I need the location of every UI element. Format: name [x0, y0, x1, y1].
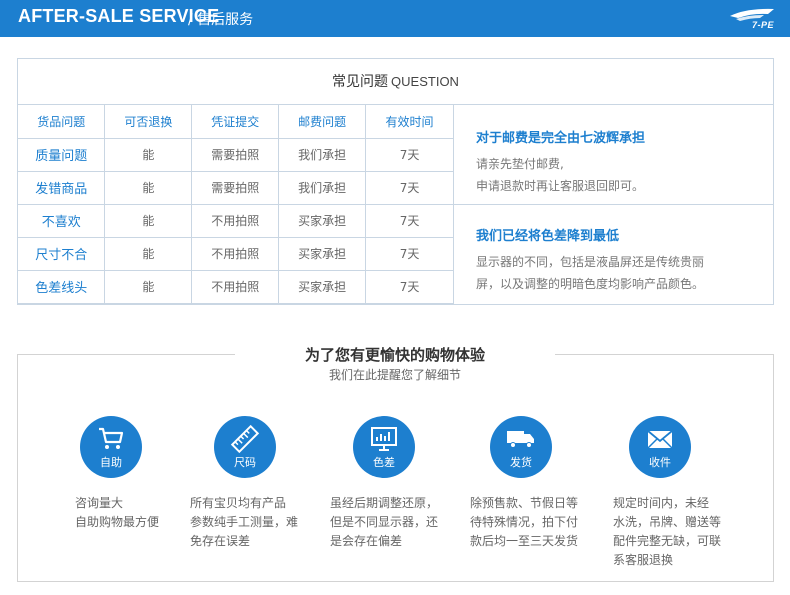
shipping-info-line: 申请退款时再让客服退回即可。: [476, 179, 645, 193]
faq-panel: 常见问题 QUESTION 货品问题 可否退换 凭证提交 邮费问题 有效时间 质量…: [17, 58, 774, 305]
table-cell: 能: [104, 269, 193, 304]
table-cell: 能: [104, 170, 193, 205]
badge-label: 色差: [373, 456, 395, 469]
desc-line: 虽经后期调整还原，: [330, 496, 439, 510]
header-bar: AFTER-SALE SERVICE / 售后服务 7-PE: [0, 0, 790, 37]
shipping-info-line: 请亲先垫付邮费,: [476, 157, 564, 171]
desc-line: 款后均一至三天发货: [470, 534, 579, 548]
desc-line: 所有宝贝均有产品: [190, 496, 287, 510]
desc-line: 规定时间内，未经: [613, 496, 710, 510]
desc-line: 咨询量大: [75, 496, 124, 510]
faq-title-en: QUESTION: [391, 74, 459, 89]
column-header: 货品问题: [18, 105, 106, 139]
table-row: 不喜欢 能 不用拍照 买家承担 7天: [18, 203, 454, 238]
row-label: 发错商品: [18, 170, 106, 205]
shipping-badge: 发货: [490, 416, 552, 478]
size-badge: 尺码: [214, 416, 276, 478]
desc-line: 参数纯手工测量，难: [190, 515, 299, 529]
badge-label: 收件: [649, 456, 671, 469]
color-info-line: 显示器的不同，包括是液晶屏还是传统贵丽: [476, 255, 705, 269]
table-cell: 不用拍照: [191, 269, 280, 304]
table-cell: 能: [104, 137, 193, 172]
desc-line: 但是不同显示器，还: [330, 515, 439, 529]
experience-subtitle: 我们在此提醒您了解细节: [328, 368, 461, 382]
column-header: 邮费问题: [278, 105, 367, 139]
table-cell: 买家承担: [278, 236, 367, 271]
shipping-info-title: 对于邮费是完全由七波辉承担: [476, 131, 646, 146]
table-cell: 能: [104, 236, 193, 271]
desc-line: 免存在误差: [190, 534, 251, 548]
table-cell: 7天: [365, 203, 454, 238]
table-cell: 买家承担: [278, 203, 367, 238]
self-service-desc: 咨询量大 自助购物最方便: [75, 494, 159, 532]
table-cell: 7天: [365, 269, 454, 304]
badge-label: 发货: [510, 456, 532, 469]
row-label: 色差线头: [18, 269, 106, 304]
receive-badge: 收件: [629, 416, 691, 478]
faq-title: 常见问题 QUESTION: [18, 59, 773, 105]
color-info: 我们已经将色差降到最低 显示器的不同，包括是液晶屏还是传统贵丽 屏，以及调整的明…: [454, 206, 774, 304]
truck-icon: [507, 431, 534, 448]
table-cell: 能: [104, 203, 193, 238]
badge-label: 自助: [100, 456, 122, 469]
monitor-icon: [371, 427, 397, 451]
table-cell: 不用拍照: [191, 203, 280, 238]
size-desc: 所有宝贝均有产品 参数纯手工测量，难 免存在误差: [190, 494, 298, 551]
column-header: 有效时间: [365, 105, 454, 139]
desc-line: 配件完整无缺，可联: [613, 534, 722, 548]
faq-table-header: 货品问题 可否退换 凭证提交 邮费问题 有效时间: [18, 105, 454, 139]
table-cell: 需要拍照: [191, 170, 280, 205]
table-cell: 7天: [365, 137, 454, 172]
faq-title-cn: 常见问题: [332, 74, 389, 90]
table-cell: 需要拍照: [191, 137, 280, 172]
table-row: 质量问题 能 需要拍照 我们承担 7天: [18, 137, 454, 172]
table-row: 发错商品 能 需要拍照 我们承担 7天: [18, 170, 454, 205]
color-diff-badge: 色差: [353, 416, 415, 478]
shipping-info: 对于邮费是完全由七波辉承担 请亲先垫付邮费, 申请退款时再让客服退回即可。: [454, 105, 774, 205]
experience-title: 为了您有更愉快的购物体验: [304, 346, 485, 364]
table-cell: 买家承担: [278, 269, 367, 304]
desc-line: 系客服退换: [613, 553, 674, 567]
row-label: 质量问题: [18, 137, 106, 172]
shipping-desc: 除预售款、节假日等 待特殊情况，拍下付 款后均一至三天发货: [470, 494, 578, 551]
table-cell: 不用拍照: [191, 236, 280, 271]
desc-line: 水洗，吊牌、赠送等: [613, 515, 722, 529]
cart-icon: [99, 427, 124, 449]
color-info-title: 我们已经将色差降到最低: [476, 229, 620, 244]
desc-line: 除预售款、节假日等: [470, 496, 579, 510]
badge-label: 尺码: [234, 456, 256, 469]
ruler-icon: [230, 424, 260, 454]
receive-desc: 规定时间内，未经 水洗，吊牌、赠送等 配件完整无缺，可联 系客服退换: [613, 494, 721, 570]
desc-line: 待特殊情况，拍下付: [470, 515, 579, 529]
header-subtitle: / 售后服务: [188, 12, 254, 28]
row-label: 尺寸不合: [18, 236, 106, 271]
table-cell: 7天: [365, 236, 454, 271]
table-cell: 我们承担: [278, 137, 367, 172]
color-diff-desc: 虽经后期调整还原， 但是不同显示器，还 是会存在偏差: [330, 494, 438, 551]
table-row: 尺寸不合 能 不用拍照 买家承担 7天: [18, 236, 454, 271]
color-info-line: 屏，以及调整的明暗色度均影响产品颜色。: [476, 277, 705, 291]
row-label: 不喜欢: [18, 203, 106, 238]
column-header: 凭证提交: [191, 105, 280, 139]
faq-table: 货品问题 可否退换 凭证提交 邮费问题 有效时间 质量问题 能 需要拍照 我们承…: [18, 105, 454, 304]
column-header: 可否退换: [104, 105, 193, 139]
self-service-badge: 自助: [80, 416, 142, 478]
desc-line: 自助购物最方便: [75, 515, 160, 529]
desc-line: 是会存在偏差: [330, 534, 403, 548]
table-cell: 7天: [365, 170, 454, 205]
table-cell: 我们承担: [278, 170, 367, 205]
envelope-icon: [647, 430, 673, 449]
table-row: 色差线头 能 不用拍照 买家承担 7天: [18, 269, 454, 304]
brand-logo-text: 7-PE: [751, 20, 774, 30]
